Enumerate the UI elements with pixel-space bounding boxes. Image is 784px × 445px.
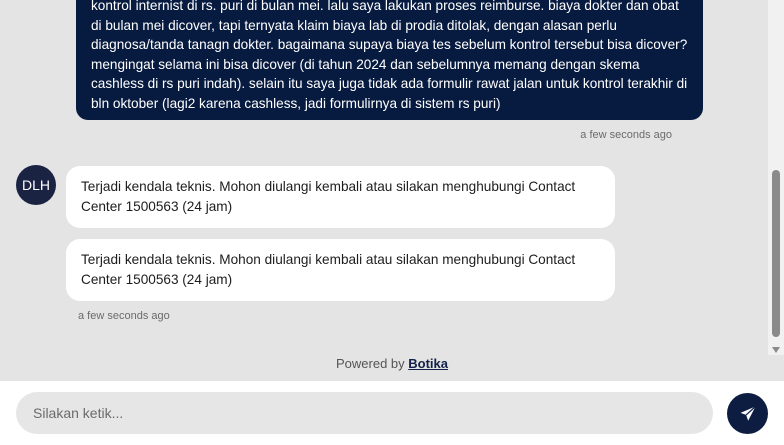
botika-link[interactable]: Botika: [408, 356, 448, 371]
scroll-down-arrow-icon[interactable]: [772, 347, 780, 353]
message-input[interactable]: [16, 392, 713, 434]
bot-message-bubble: Terjadi kendala teknis. Mohon diulangi k…: [66, 166, 615, 228]
message-list[interactable]: kontrol internist di rs. puri di bulan m…: [0, 0, 768, 380]
scrollbar-thumb[interactable]: [772, 170, 780, 337]
user-message-text: kontrol internist di rs. puri di bulan m…: [91, 0, 688, 111]
paper-plane-icon: [740, 405, 756, 421]
user-message-timestamp: a few seconds ago: [580, 129, 672, 141]
powered-by: Powered by Botika: [0, 356, 784, 371]
bot-avatar: DLH: [16, 165, 56, 205]
powered-by-label: Powered by: [335, 356, 405, 371]
bot-message-bubble: Terjadi kendala teknis. Mohon diulangi k…: [66, 239, 615, 301]
bot-message-timestamp: a few seconds ago: [78, 310, 170, 322]
composer-bar: [0, 381, 784, 445]
bot-message-text: Terjadi kendala teknis. Mohon diulangi k…: [81, 252, 576, 287]
chat-scrollbar[interactable]: [768, 0, 784, 355]
bot-avatar-initials: DLH: [21, 177, 50, 193]
chat-widget: kontrol internist di rs. puri di bulan m…: [0, 0, 784, 445]
send-button[interactable]: [727, 393, 768, 434]
user-message-bubble: kontrol internist di rs. puri di bulan m…: [76, 0, 703, 120]
bot-message-text: Terjadi kendala teknis. Mohon diulangi k…: [81, 179, 576, 214]
